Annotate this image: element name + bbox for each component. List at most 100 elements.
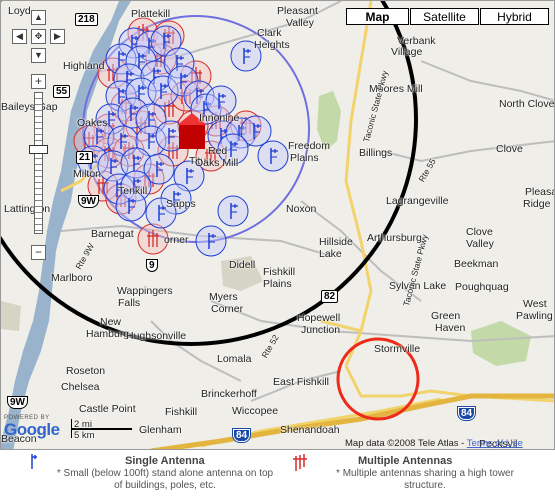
place-label: Corner bbox=[211, 303, 244, 315]
place-label: Lake bbox=[319, 248, 342, 260]
place-label: West bbox=[523, 298, 547, 310]
place-label: North Clove bbox=[499, 98, 555, 110]
place-label: Pleasant bbox=[277, 5, 318, 17]
place-label: Poughquag bbox=[455, 281, 509, 293]
state-route-shield: 21 bbox=[76, 151, 94, 164]
place-label: Loyd bbox=[8, 5, 31, 17]
place-label: Barnegat bbox=[91, 228, 134, 240]
place-label: Ridge bbox=[523, 198, 551, 210]
place-label: Wiccopee bbox=[232, 405, 279, 417]
zoom-in-button[interactable]: + bbox=[31, 74, 46, 89]
single-antenna-marker[interactable] bbox=[257, 140, 289, 172]
place-label: Hillside bbox=[319, 236, 353, 248]
place-label: Haven bbox=[435, 322, 466, 334]
place-label: Milton bbox=[73, 168, 102, 180]
map-type-satellite[interactable]: Satellite bbox=[410, 8, 479, 25]
single-antenna-marker[interactable] bbox=[195, 225, 227, 257]
google-logo: POWERED BY Google bbox=[4, 415, 60, 438]
scale-bar: 2 mi 5 km bbox=[71, 419, 133, 441]
pan-center-icon[interactable]: ✥ bbox=[31, 29, 46, 44]
place-label: Brinckerhoff bbox=[201, 388, 257, 400]
place-label: Castle Point bbox=[79, 403, 136, 415]
map-canvas[interactable]: Loyd Plattekill Pleasant Valley Clark Heights… bbox=[0, 0, 555, 450]
single-antenna-legend-icon bbox=[31, 454, 37, 469]
place-label: Lagrangeville bbox=[386, 195, 449, 207]
legend-single-title: Single Antenna bbox=[125, 455, 205, 467]
multiple-antenna-legend-icon bbox=[293, 454, 307, 471]
us-route-shield: 9 bbox=[146, 259, 158, 272]
legend-multiple-text: * Multiple antennas sharing a high tower… bbox=[336, 468, 514, 491]
scale-km: 5 km bbox=[74, 430, 95, 441]
place-label: Hamburg bbox=[86, 328, 130, 340]
place-label: Lattington bbox=[4, 203, 51, 215]
pan-right-icon[interactable]: ▶ bbox=[50, 29, 65, 44]
place-label: Hughsonville bbox=[126, 330, 187, 342]
place-label: Glenham bbox=[139, 424, 182, 436]
place-label: Clark bbox=[257, 27, 282, 39]
us-route-shield: 9W bbox=[78, 195, 99, 208]
zoom-slider-track[interactable] bbox=[34, 92, 43, 234]
place-label: Noxon bbox=[286, 203, 317, 215]
place-label: Stormville bbox=[374, 343, 421, 355]
place-label: Fishkill bbox=[263, 266, 296, 278]
place-label: Oakes bbox=[77, 117, 108, 129]
us-route-shield: 9W bbox=[7, 396, 28, 409]
place-label: Beekman bbox=[454, 258, 499, 270]
place-label: Valley bbox=[466, 238, 494, 250]
place-label: Junction bbox=[301, 324, 341, 336]
place-label: Billings bbox=[359, 147, 393, 159]
place-label: Roseton bbox=[66, 365, 106, 377]
interstate-route-shield: 84 bbox=[456, 406, 477, 421]
place-label: Pleasa bbox=[525, 186, 555, 198]
place-label: Sapps bbox=[166, 198, 196, 210]
place-label: Chelsea bbox=[61, 381, 100, 393]
place-label: Valley bbox=[286, 17, 314, 29]
place-label: Freedom bbox=[288, 140, 331, 152]
place-label: Innonine bbox=[199, 112, 240, 124]
google-wordmark: Google bbox=[4, 420, 60, 439]
scale-miles: 2 mi bbox=[74, 419, 92, 430]
place-label: Didell bbox=[229, 259, 256, 271]
place-label: Village bbox=[391, 46, 423, 58]
zoom-out-button[interactable]: − bbox=[31, 245, 46, 260]
pan-left-icon[interactable]: ◀ bbox=[12, 29, 27, 44]
map-type-hybrid[interactable]: Hybrid bbox=[480, 8, 549, 25]
copyright-text: Map data ©2008 Tele Atlas - bbox=[345, 438, 465, 449]
single-antenna-marker[interactable] bbox=[217, 195, 249, 227]
zoom-slider-handle[interactable] bbox=[29, 145, 48, 154]
legend-multiple-title: Multiple Antennas bbox=[358, 455, 453, 467]
place-label: Red bbox=[208, 145, 228, 157]
place-label: Shenandoah bbox=[280, 424, 340, 436]
place-label: Plains bbox=[290, 152, 319, 164]
place-label: Wappingers bbox=[117, 285, 173, 297]
place-label: Fishkill bbox=[165, 406, 198, 418]
place-label: Lomala bbox=[217, 353, 252, 365]
place-label: Pawling bbox=[516, 310, 553, 322]
pan-down-icon[interactable]: ▼ bbox=[31, 48, 46, 63]
place-label: Falls bbox=[118, 297, 141, 309]
state-route-shield: 55 bbox=[53, 85, 71, 98]
place-label: Tenkill bbox=[118, 185, 148, 197]
pan-up-icon[interactable]: ▲ bbox=[31, 10, 46, 25]
place-label: Hopewell bbox=[297, 312, 341, 324]
place-label: New bbox=[100, 316, 122, 328]
place-label: Highland bbox=[63, 60, 105, 72]
place-label: Baileys Gap bbox=[1, 101, 58, 113]
place-label: Clove bbox=[496, 143, 523, 155]
place-label: Plains bbox=[263, 278, 292, 290]
legend-single-text: * Small (below 100ft) stand alone antenn… bbox=[56, 468, 274, 491]
place-label: Heights bbox=[254, 39, 290, 51]
place-label: East Fishkill bbox=[273, 376, 330, 388]
map-type-map[interactable]: Map bbox=[346, 8, 409, 25]
place-label: Marlboro bbox=[51, 272, 93, 284]
legend: Single Antenna * Small (below 100ft) sta… bbox=[0, 451, 555, 496]
place-label: Clove bbox=[466, 226, 493, 238]
state-route-shield: 82 bbox=[321, 290, 339, 303]
place-label: orner bbox=[164, 234, 189, 246]
map-attribution: Map data ©2008 Tele Atlas - Terms of Use bbox=[345, 438, 523, 449]
interstate-route-shield: 84 bbox=[231, 428, 252, 443]
place-label: Plattekill bbox=[131, 8, 171, 20]
terms-of-use-link[interactable]: Terms of Use bbox=[467, 438, 523, 449]
place-label: Oaks Mill bbox=[195, 157, 239, 169]
state-route-shield: 218 bbox=[75, 13, 98, 26]
